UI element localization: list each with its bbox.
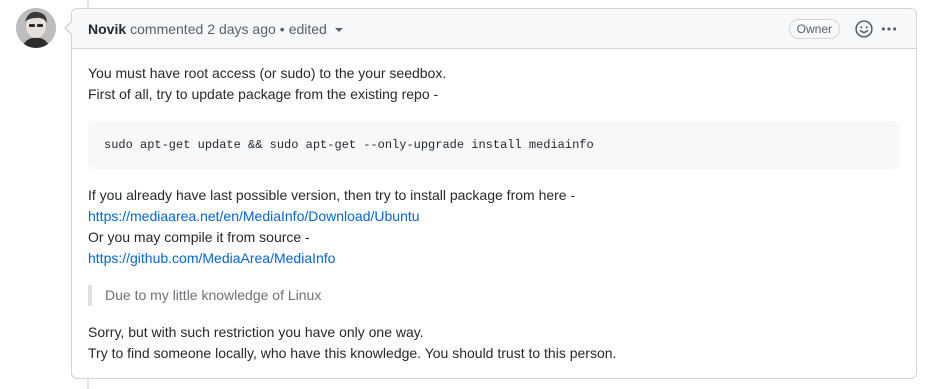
compile-line: Or you may compile it from source -: [88, 229, 310, 245]
avatar-image: [16, 8, 56, 48]
more-options-button[interactable]: [878, 18, 900, 40]
add-reaction-button[interactable]: [853, 18, 875, 40]
avatar[interactable]: [16, 8, 56, 48]
comment-timestamp[interactable]: 2 days ago: [207, 21, 276, 37]
intro-paragraph: You must have root access (or sudo) to t…: [88, 63, 900, 105]
install-paragraph: If you already have last possible versio…: [88, 185, 900, 269]
outro-line-2: Try to find someone locally, who have th…: [88, 345, 617, 361]
owner-badge: Owner: [788, 18, 840, 39]
comment-box: Novik commented 2 days ago • edited Owne…: [64, 8, 917, 379]
install-line: If you already have last possible versio…: [88, 187, 576, 203]
blockquote: Due to my little knowledge of Linux: [88, 285, 900, 306]
comment-body: You must have root access (or sudo) to t…: [72, 49, 916, 364]
outro-paragraph: Sorry, but with such restriction you hav…: [88, 322, 900, 364]
author-link[interactable]: Novik: [88, 21, 126, 37]
smiley-icon: [855, 19, 873, 38]
meta-separator: •: [279, 20, 285, 37]
edited-label: edited: [288, 20, 327, 37]
edited-dropdown[interactable]: edited: [289, 21, 343, 37]
kebab-horizontal-icon: [881, 26, 897, 31]
outro-line-1: Sorry, but with such restriction you hav…: [88, 324, 424, 340]
comment-action: commented: [130, 20, 204, 37]
intro-line-1: You must have root access (or sudo) to t…: [88, 65, 447, 81]
mediaarea-link[interactable]: https://mediaarea.net/en/MediaInfo/Downl…: [88, 208, 420, 224]
github-link[interactable]: https://github.com/MediaArea/MediaInfo: [88, 250, 335, 266]
comment-header: Novik commented 2 days ago • edited Owne…: [72, 9, 916, 49]
header-actions: Owner: [788, 18, 900, 40]
intro-line-2: First of all, try to update package from…: [88, 86, 439, 102]
code-block: sudo apt-get update && sudo apt-get --on…: [88, 121, 900, 169]
triangle-down-icon: [334, 27, 343, 32]
